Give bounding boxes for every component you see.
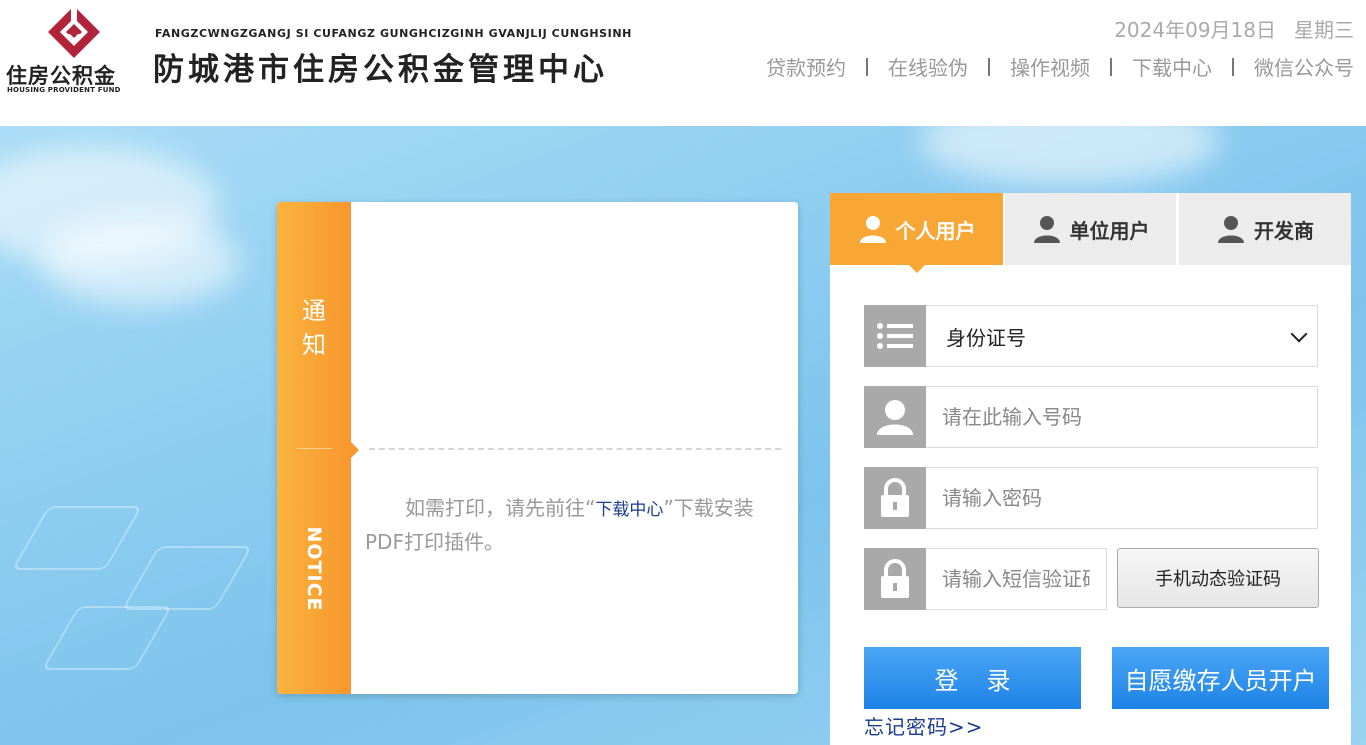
id-type-select[interactable]: 身份证号 (926, 305, 1318, 367)
current-date: 2024年09月18日 (1114, 18, 1276, 42)
notice-label-cn-2: 知 (302, 331, 326, 359)
notice-label-en: NOTICE (303, 526, 325, 612)
password-input[interactable] (926, 468, 1317, 528)
lock-icon (864, 467, 926, 529)
cloud-decoration (920, 126, 1220, 186)
site-title: 防城港市住房公积金管理中心 (153, 52, 608, 88)
notice-dashed-divider (369, 448, 781, 450)
current-weekday: 星期三 (1294, 18, 1354, 42)
user-icon (1218, 216, 1244, 243)
notice-message: 如需打印，请先前往“下载中心”下载安装PDF打印插件。 (365, 492, 765, 558)
tab-label: 个人用户 (895, 218, 976, 243)
login-panel: 个人用户 单位用户 开发商 身份证号 请在此输入号码 请输入短信验证码 手机动态… (830, 193, 1351, 745)
tab-company-user[interactable]: 单位用户 (1005, 193, 1176, 265)
nav-wechat-account[interactable]: 微信公众号 (1254, 52, 1354, 81)
login-button[interactable]: 登录 (864, 647, 1081, 709)
notice-download-link[interactable]: 下载中心 (595, 500, 663, 520)
top-nav: 贷款预约 在线验伪 操作视频 下载中心 微信公众号 (766, 52, 1354, 81)
date-display: 2024年09月18日 星期三 (1114, 14, 1354, 43)
cloud-decoration (40, 216, 240, 306)
open-account-button[interactable]: 自愿缴存人员开户 (1112, 647, 1329, 709)
password-field (926, 467, 1318, 529)
nav-operation-video[interactable]: 操作视频 (1010, 52, 1090, 81)
sms-code-field (926, 548, 1107, 610)
tab-personal-user[interactable]: 个人用户 (830, 193, 1003, 273)
id-number-input[interactable] (926, 387, 1317, 447)
user-type-tabs: 个人用户 单位用户 开发商 (830, 193, 1351, 273)
nav-separator (1232, 57, 1234, 76)
chevron-down-icon (1290, 325, 1308, 343)
notice-label-cn-1: 通 (302, 297, 326, 325)
id-number-field (926, 386, 1318, 448)
nav-online-verify[interactable]: 在线验伪 (888, 52, 968, 81)
nav-download-center[interactable]: 下载中心 (1132, 52, 1212, 81)
notice-divider (297, 448, 333, 449)
id-type-value: 身份证号 (946, 326, 1026, 350)
notice-sidebar: 通 知 NOTICE (277, 202, 351, 694)
tab-label: 开发商 (1254, 218, 1314, 243)
user-icon (859, 216, 886, 243)
nav-separator (866, 57, 868, 76)
lock-icon (864, 548, 926, 610)
logo-text-en: HOUSING PROVIDENT FUND (7, 86, 121, 94)
keyboard-decoration (11, 506, 143, 570)
person-icon (864, 386, 926, 448)
tab-developer[interactable]: 开发商 (1179, 193, 1351, 265)
tab-label: 单位用户 (1069, 218, 1150, 243)
keyboard-decoration (121, 546, 253, 610)
notice-arrow-icon (351, 442, 359, 458)
get-sms-code-button[interactable]: 手机动态验证码 (1117, 548, 1319, 608)
user-icon (1033, 216, 1060, 243)
nav-separator (988, 57, 990, 76)
notice-text-before: 如需打印，请先前往“ (405, 496, 596, 520)
site-title-pinyin: FANGZCWNGZGANGJ SI CUFANGZ GUNGHCIZGINH … (155, 27, 632, 40)
nav-loan-appointment[interactable]: 贷款预约 (766, 52, 846, 81)
site-header: 住房公积金 HOUSING PROVIDENT FUND FANGZCWNGZG… (0, 0, 1366, 126)
notice-panel: 通 知 NOTICE 如需打印，请先前往“下载中心”下载安装PDF打印插件。 (277, 202, 798, 694)
nav-separator (1110, 57, 1112, 76)
notice-label-cn: 通 知 (277, 294, 351, 362)
forgot-password-link[interactable]: 忘记密码>> (864, 711, 984, 740)
housing-fund-logo-icon (48, 4, 100, 58)
sms-code-input[interactable] (926, 549, 1106, 609)
keyboard-decoration (41, 606, 173, 670)
list-icon (864, 305, 926, 367)
